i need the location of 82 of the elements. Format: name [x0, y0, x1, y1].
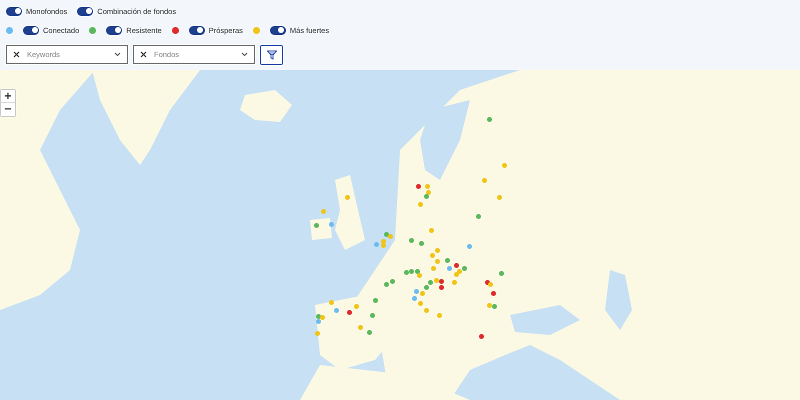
map-marker[interactable] — [328, 222, 334, 226]
map-marker[interactable] — [366, 330, 372, 334]
close-icon[interactable] — [13, 51, 20, 58]
toggle-switch[interactable] — [188, 26, 205, 34]
map-marker[interactable] — [438, 284, 444, 290]
map-marker[interactable] — [486, 116, 492, 122]
map-marker[interactable] — [478, 334, 484, 338]
map-marker[interactable] — [428, 228, 434, 232]
map-marker[interactable] — [314, 330, 320, 336]
map-marker[interactable] — [388, 234, 392, 238]
close-icon[interactable] — [140, 51, 147, 58]
map-marker[interactable] — [424, 194, 428, 198]
map-marker[interactable] — [430, 266, 436, 270]
map-marker[interactable] — [380, 242, 386, 248]
map-marker[interactable] — [346, 310, 352, 314]
map-marker[interactable] — [438, 278, 444, 284]
map-marker[interactable] — [462, 266, 466, 270]
map-marker[interactable] — [430, 252, 434, 258]
map-marker[interactable] — [454, 262, 458, 268]
map-marker[interactable] — [316, 314, 320, 318]
zoom-in-button[interactable]: + — [1, 90, 15, 103]
map-marker[interactable] — [320, 208, 326, 214]
map-marker[interactable] — [424, 284, 428, 290]
chevron-down-icon — [241, 52, 248, 57]
map-marker[interactable] — [334, 308, 338, 312]
filter-button[interactable] — [260, 45, 283, 65]
map-marker[interactable] — [374, 242, 378, 246]
map-marker[interactable] — [390, 278, 394, 284]
map-marker[interactable] — [412, 296, 416, 300]
map-marker[interactable] — [452, 280, 456, 284]
map-marker[interactable] — [434, 278, 438, 282]
map-marker[interactable] — [328, 300, 334, 304]
map-marker[interactable] — [428, 280, 432, 284]
chevron-down-icon — [114, 52, 121, 57]
map-marker[interactable] — [434, 258, 440, 264]
map-marker[interactable] — [358, 324, 362, 330]
map-marker[interactable] — [404, 270, 408, 274]
map-marker[interactable] — [344, 194, 350, 200]
map-marker[interactable] — [354, 304, 358, 308]
toggle-switch[interactable] — [6, 6, 22, 16]
toggle-switch[interactable] — [106, 26, 122, 34]
toggle-switch[interactable] — [77, 6, 94, 16]
map-marker[interactable] — [384, 282, 388, 286]
map-marker[interactable] — [420, 290, 424, 296]
map-marker[interactable] — [490, 290, 496, 296]
map-marker[interactable] — [486, 302, 492, 308]
map-marker[interactable] — [426, 190, 430, 194]
toggle-switch[interactable] — [270, 26, 286, 34]
map-marker[interactable] — [454, 272, 458, 276]
toggle-switch[interactable] — [23, 26, 39, 34]
map-marker[interactable] — [320, 314, 324, 320]
map-marker[interactable] — [414, 268, 420, 274]
map-marker[interactable] — [434, 248, 440, 252]
map-marker[interactable] — [418, 202, 422, 206]
filter-icon — [266, 50, 276, 60]
map-marker[interactable] — [436, 312, 442, 318]
map-marker[interactable] — [316, 318, 320, 324]
map-marker[interactable] — [492, 304, 496, 308]
map-marker[interactable] — [476, 214, 480, 218]
map-marker[interactable] — [466, 244, 472, 248]
map-marker[interactable] — [502, 162, 506, 168]
map-marker[interactable] — [314, 222, 318, 228]
map-marker[interactable] — [482, 178, 486, 182]
map-marker[interactable] — [370, 312, 374, 318]
map-marker[interactable] — [498, 270, 504, 276]
map-marker[interactable] — [414, 288, 418, 294]
map-marker[interactable] — [456, 268, 462, 274]
map-marker[interactable] — [408, 238, 414, 242]
map-marker[interactable] — [416, 272, 422, 278]
map-marker[interactable] — [446, 266, 452, 270]
map-marker[interactable] — [380, 238, 386, 244]
map-marker[interactable] — [416, 184, 420, 188]
map-marker[interactable] — [444, 258, 450, 262]
map-marker[interactable] — [488, 282, 492, 286]
map-marker[interactable] — [408, 268, 414, 274]
map-marker[interactable] — [418, 300, 422, 306]
map-marker[interactable] — [418, 240, 424, 246]
map-marker[interactable] — [496, 194, 502, 200]
map-marker[interactable] — [372, 298, 378, 302]
map-marker[interactable] — [424, 184, 430, 188]
map-marker[interactable] — [384, 232, 388, 236]
map-marker[interactable] — [424, 308, 428, 312]
